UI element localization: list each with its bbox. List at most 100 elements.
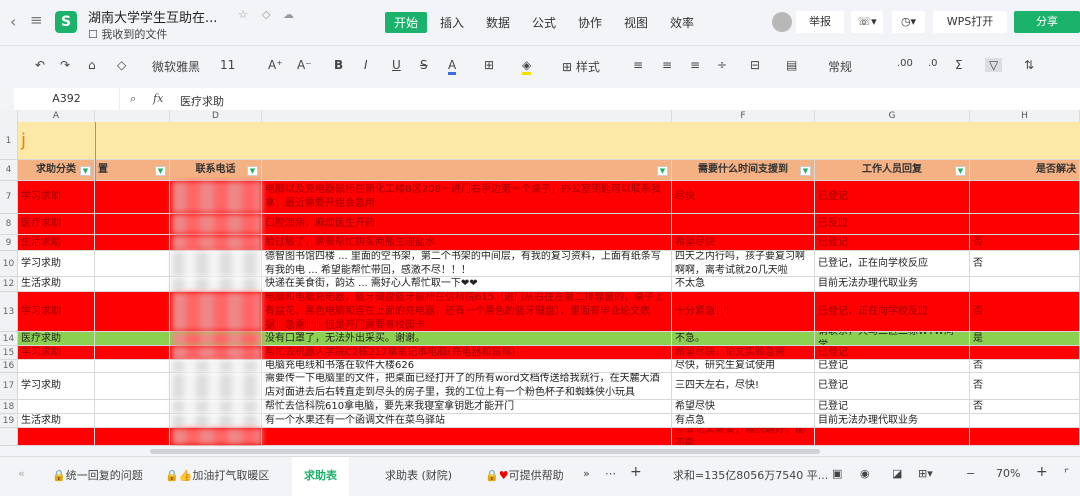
sheet-tab-active[interactable]: 求助表 — [292, 457, 349, 496]
cell-c[interactable] — [95, 181, 170, 213]
filter-dropdown-icon[interactable]: ▼ — [247, 166, 258, 176]
cell-c[interactable] — [95, 292, 170, 331]
cell-f[interactable]: 十分紧急！！ — [672, 292, 815, 331]
folder-path[interactable]: ☐ 我收到的文件 — [88, 26, 167, 42]
cell-c[interactable] — [95, 235, 170, 250]
cell-a[interactable]: 学习求助 — [18, 181, 95, 213]
cell-g[interactable]: 已登记 — [815, 235, 970, 250]
decimal-increase-icon[interactable]: .00 — [897, 58, 913, 69]
cell-e[interactable]: 口腔溃疡，麻烦医生开药 — [262, 214, 672, 234]
row-number[interactable]: 13 — [0, 292, 18, 331]
cell-g[interactable]: 已反应 — [815, 214, 970, 234]
row-number[interactable]: 4 — [0, 160, 18, 180]
fill-color-icon[interactable]: ◈ — [522, 58, 532, 75]
name-box[interactable]: A392 — [14, 88, 120, 110]
cell-h[interactable]: 否 — [970, 400, 1080, 413]
tab-start[interactable]: 开始 — [385, 12, 428, 33]
cell-h[interactable] — [970, 181, 1080, 213]
italic-icon[interactable]: I — [364, 58, 368, 72]
row-number[interactable]: 15 — [0, 346, 18, 359]
column-header-e[interactable] — [262, 110, 672, 122]
decimal-decrease-icon[interactable]: .0 — [928, 58, 938, 69]
cell-g[interactable]: 已登记 — [815, 400, 970, 413]
cell-h[interactable]: 否 — [970, 251, 1080, 276]
cell-h[interactable] — [970, 428, 1080, 445]
row-number[interactable]: 18 — [0, 400, 18, 413]
cell-a[interactable]: 学习求助 — [18, 346, 95, 359]
cell-e[interactable]: 电脑以及充电器鼠标在新化工楼B区208一进门右手边第一个桌子，办公室钥匙可以联系… — [262, 181, 672, 213]
border-icon[interactable]: ⊞ — [484, 58, 494, 72]
vertical-align-icon[interactable]: ÷ — [717, 58, 727, 72]
cell-e[interactable]: 德智图书馆四楼 ... 里面的空书架，第二个书架的中间层，有我的复习资料，上面有… — [262, 251, 672, 276]
cell-c[interactable] — [95, 332, 170, 345]
column-header-g[interactable]: G — [815, 110, 970, 122]
tab-insert[interactable]: 插入 — [440, 14, 464, 31]
row-number[interactable]: 12 — [0, 277, 18, 291]
cell-f[interactable]: 不太急 — [672, 277, 815, 291]
cell-a[interactable] — [18, 400, 95, 413]
horizontal-scrollbar[interactable] — [0, 446, 1080, 456]
add-sheet-icon[interactable]: + — [630, 464, 642, 480]
row-number[interactable]: 8 — [0, 214, 18, 234]
cell-c[interactable] — [95, 251, 170, 276]
cell-f[interactable]: 毕业论文需要，越快越好，能不能 — [672, 428, 815, 445]
sum-icon[interactable]: Σ — [955, 58, 963, 72]
cell-a[interactable]: 生活求助 — [18, 414, 95, 427]
number-format-select[interactable]: 常规 — [828, 58, 852, 75]
call-icon[interactable]: ☏▾ — [851, 11, 883, 33]
cell-e[interactable] — [262, 428, 672, 445]
font-increase-icon[interactable]: A⁺ — [268, 58, 283, 72]
align-center-icon[interactable]: ≡ — [662, 58, 672, 72]
cell-h[interactable]: 否 — [970, 235, 1080, 250]
filter-dropdown-icon[interactable]: ▼ — [800, 166, 811, 176]
cell-h[interactable] — [970, 277, 1080, 291]
report-button[interactable]: 举报 — [796, 11, 844, 33]
formula-input[interactable]: 医疗求助 — [180, 93, 224, 109]
scrollbar-thumb[interactable] — [150, 449, 820, 454]
cell-g[interactable] — [815, 428, 970, 445]
font-color-icon[interactable]: A — [448, 58, 457, 75]
cell-a[interactable]: 学习求助 — [18, 292, 95, 331]
strikethrough-icon[interactable]: S — [420, 58, 428, 72]
column-header-c[interactable] — [95, 110, 170, 122]
wps-open-button[interactable]: WPS打开 — [933, 11, 1007, 33]
title-cell[interactable]: j — [18, 122, 218, 159]
cell-e[interactable]: 脸过敏了，需要帮忙购买两瓶生理盐水 — [262, 235, 672, 250]
share-button[interactable]: 分享 — [1014, 11, 1080, 33]
filter-icon[interactable]: ▽ — [985, 58, 1003, 72]
header-location[interactable]: 置 ▼ — [95, 160, 170, 180]
cell-a[interactable] — [18, 428, 95, 445]
cell-c[interactable] — [95, 428, 170, 445]
tab-view[interactable]: 视图 — [624, 14, 648, 31]
cell-c[interactable] — [95, 400, 170, 413]
cell-g[interactable]: 已登记 — [815, 181, 970, 213]
cell-e[interactable]: 有一个水果还有一个函调文件在菜鸟驿站 — [262, 414, 672, 427]
wrap-icon[interactable]: ▤ — [786, 58, 797, 72]
cell-a[interactable]: 医疗求助 — [18, 332, 95, 345]
cell-c[interactable] — [95, 373, 170, 399]
cell-g[interactable]: 已登记 — [815, 373, 970, 399]
tab-data[interactable]: 数据 — [486, 14, 510, 31]
spreadsheet-grid[interactable]: A D F G H 1 j 4 求助分类 ▼ 置 ▼ 联系电话 ▼ ▼ 需要什么时间支… — [0, 110, 1080, 446]
chart-icon[interactable]: ◪ — [892, 467, 902, 480]
undo-icon[interactable]: ↶ — [35, 58, 45, 72]
cell-h[interactable]: 否 — [970, 360, 1080, 372]
cell-f[interactable]: 尽快，研究生复试使用 — [672, 360, 815, 372]
cell-g[interactable]: 已登记，正在向学校反应 — [815, 292, 970, 331]
header-reply[interactable]: 工作人员回复 ▼ — [815, 160, 970, 180]
fx-icon[interactable]: fx — [153, 92, 163, 105]
cell-a[interactable] — [18, 360, 95, 372]
cell-e[interactable]: 电脑和电脑充电器，蓝牙键盘蓝牙鼠标在信科院615（进门从右往左第二排靠窗的，桌子… — [262, 292, 672, 331]
sheet-tab[interactable]: 🔒👍加油打气取暖区 — [165, 467, 269, 483]
cell-c[interactable] — [95, 277, 170, 291]
style-button[interactable]: ⊞ 样式 — [562, 58, 600, 75]
cell-a[interactable]: 学习求助 — [18, 251, 95, 276]
header-category[interactable]: 求助分类 ▼ — [18, 160, 95, 180]
filter-dropdown-icon[interactable]: ▼ — [155, 166, 166, 176]
column-header-a[interactable]: A — [18, 110, 95, 122]
zoom-in-button[interactable]: + — [1036, 464, 1048, 480]
cell-g[interactable]: 请联系，天马二区二栋WYW同学， — [815, 332, 970, 345]
star-icon[interactable]: ☆ — [238, 8, 248, 21]
cell-f[interactable] — [672, 214, 815, 234]
column-header-h[interactable]: H — [970, 110, 1080, 122]
